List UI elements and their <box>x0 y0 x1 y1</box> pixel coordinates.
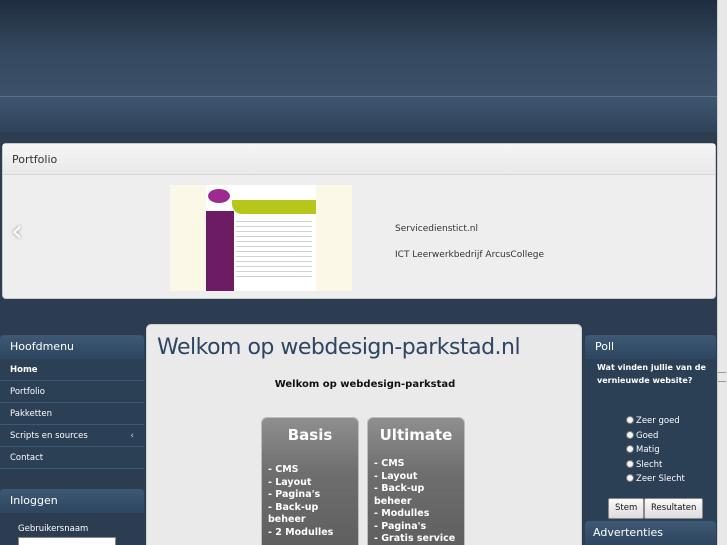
results-button[interactable]: Resultaten <box>644 498 704 519</box>
poll-option-label: Matig <box>636 445 660 455</box>
scrollbar-grip[interactable] <box>718 372 726 382</box>
menu-item-scripts-label: Scripts en sources <box>10 431 88 441</box>
slide-site-name: Servicedienstict.nl <box>395 224 478 234</box>
poll-option-label: Goed <box>636 431 659 441</box>
chevron-left-icon[interactable]: ‹ <box>130 425 134 447</box>
package-feature: - Layout <box>374 470 418 482</box>
package-basis: Basis - CMS - Layout - Pagina's - Back-u… <box>261 417 359 545</box>
main-menu: Hoofdmenu Home Portfolio Pakketten Scrip… <box>0 335 144 469</box>
poll-option-goed[interactable]: Goed <box>626 431 658 441</box>
portfolio-screenshot-image[interactable] <box>170 185 352 291</box>
poll-option-label: Zeer goed <box>636 416 680 426</box>
package-ultimate: Ultimate - CMS - Layout - Back-up beheer… <box>367 417 465 545</box>
vote-button[interactable]: Stem <box>608 498 645 519</box>
package-feature: - Layout <box>268 476 312 488</box>
login-module: Inloggen Gebruikersnaam <box>0 489 144 545</box>
radio-button[interactable] <box>626 445 634 453</box>
page-title: Welkom op webdesign-parkstad.nl <box>157 335 521 360</box>
poll-option-label: Slecht <box>636 460 663 470</box>
package-feature: - Pagina's <box>374 520 427 532</box>
poll-module: Poll Wat vinden jullie van de vernieuwde… <box>585 335 716 522</box>
radio-button[interactable] <box>626 460 634 468</box>
header-nav-band <box>0 96 727 132</box>
poll-option-slecht[interactable]: Slecht <box>626 460 662 470</box>
package-feature: - 2 Modulles <box>268 526 334 538</box>
slide-description: ICT Leerwerkbedrijf ArcusCollege <box>395 250 545 260</box>
radio-button[interactable] <box>626 474 634 482</box>
package-ultimate-title: Ultimate <box>379 426 453 444</box>
username-input[interactable] <box>18 537 116 545</box>
package-feature: - Back-up beheer <box>268 501 319 526</box>
poll-option-zeer-slecht[interactable]: Zeer Slecht <box>626 474 685 484</box>
site-header <box>0 0 727 96</box>
package-feature: - CMS <box>268 464 299 475</box>
ads-title: Advertenties <box>585 521 716 545</box>
poll-title: Poll <box>585 335 716 359</box>
menu-item-pakketten[interactable]: Pakketten <box>0 403 144 425</box>
main-menu-title: Hoofdmenu <box>0 335 144 359</box>
package-feature: - Gratis service <box>374 533 456 544</box>
menu-item-portfolio[interactable]: Portfolio <box>0 381 144 403</box>
package-feature: - Back-up beheer <box>374 483 425 507</box>
login-title: Inloggen <box>0 489 144 513</box>
poll-option-zeer-goed[interactable]: Zeer goed <box>626 416 680 426</box>
poll-option-label: Zeer Slecht <box>636 474 685 484</box>
poll-option-matig[interactable]: Matig <box>626 445 660 455</box>
package-basis-title: Basis <box>287 426 333 444</box>
menu-item-contact[interactable]: Contact <box>0 447 144 469</box>
radio-button[interactable] <box>626 416 634 424</box>
username-label: Gebruikersnaam <box>18 524 89 534</box>
menu-item-scripts[interactable]: Scripts en sources ‹ <box>0 425 144 447</box>
main-content: Welkom op webdesign-parkstad.nl Welkom o… <box>146 324 582 545</box>
package-feature: - Modulles <box>374 508 430 519</box>
page-subtitle: Welkom op webdesign-parkstad <box>274 379 456 390</box>
radio-button[interactable] <box>626 431 634 439</box>
portfolio-title: Portfolio <box>3 144 715 175</box>
page-scrollbar[interactable] <box>717 0 727 545</box>
menu-item-home[interactable]: Home <box>0 359 144 381</box>
package-feature: - CMS <box>374 458 405 469</box>
poll-question: Wat vinden jullie van de vernieuwde webs… <box>597 363 706 385</box>
slider-prev-icon[interactable]: ‹ <box>11 214 23 249</box>
poll-body: Wat vinden jullie van de vernieuwde webs… <box>585 359 716 522</box>
package-feature: - Pagina's <box>268 489 321 500</box>
portfolio-slider: Portfolio ‹ Servicedienstict.nl ICT Leer… <box>2 143 716 514</box>
